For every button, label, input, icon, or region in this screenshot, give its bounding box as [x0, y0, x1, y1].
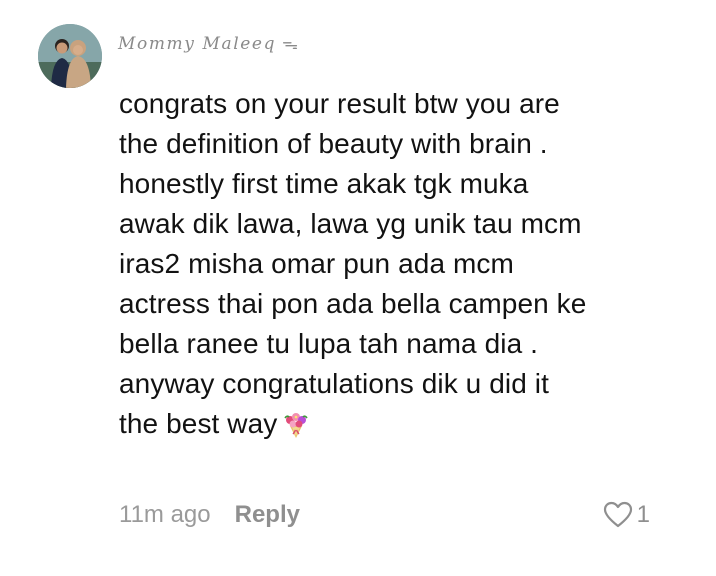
- reply-button[interactable]: Reply: [235, 501, 300, 528]
- ribbon-bow-icon: ᯓ: [282, 34, 300, 53]
- comment-line: anyway congratulations dik u did it: [119, 368, 549, 399]
- comment-last-line: the best way: [119, 404, 679, 444]
- like-count: 1: [636, 501, 650, 528]
- heart-icon: [603, 501, 633, 529]
- comment-line-text: the best way: [119, 408, 278, 439]
- comment-author[interactable]: Mommy Maleeq ᯓ: [118, 32, 299, 54]
- avatar[interactable]: [38, 24, 102, 88]
- comment-line: bella ranee tu lupa tah nama dia .: [119, 328, 539, 359]
- comment-line: iras2 misha omar pun ada mcm: [119, 248, 514, 279]
- comment-line: the definition of beauty with brain .: [119, 128, 548, 159]
- author-name: Mommy Maleeq: [118, 34, 277, 54]
- comment-line: actress thai pon ada bella campen ke: [119, 288, 587, 319]
- comment-item: Mommy Maleeq ᯓ congrats on your result bt…: [0, 0, 716, 576]
- comment-line: congrats on your result btw you are: [119, 88, 560, 119]
- comment-meta: 11m ago Reply: [119, 498, 300, 532]
- like-button[interactable]: 1: [603, 500, 650, 530]
- comment-line: honestly first time akak tgk muka: [119, 168, 529, 199]
- avatar-image: [38, 24, 102, 88]
- bouquet-icon: [281, 409, 311, 439]
- comment-body: congrats on your result btw you are the …: [119, 84, 679, 444]
- timestamp: 11m ago: [119, 501, 211, 528]
- comment-line: awak dik lawa, lawa yg unik tau mcm: [119, 208, 582, 239]
